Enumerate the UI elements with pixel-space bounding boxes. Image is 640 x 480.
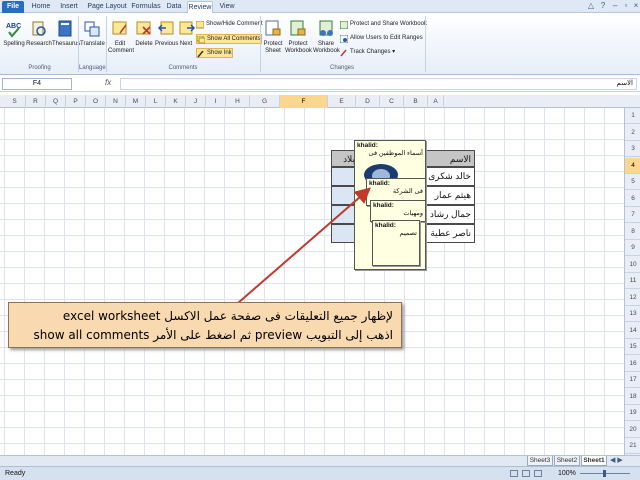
note-line-1: لإظهار جميع التعليقات فى صفحة عمل الاكسل… <box>62 309 393 323</box>
status-bar: Ready 100% <box>0 466 640 480</box>
instruction-note: لإظهار جميع التعليقات فى صفحة عمل الاكسل… <box>8 302 402 348</box>
zoom-slider-thumb[interactable] <box>603 470 606 477</box>
sheet-tab-bar: Sheet3 Sheet2 Sheet1 ◀ ▶ <box>0 455 640 466</box>
sheet-tab-2[interactable]: Sheet2 <box>554 456 580 466</box>
page-layout-view-icon[interactable] <box>522 470 530 477</box>
sheet-nav-arrows-icon[interactable]: ◀ ▶ <box>610 456 623 466</box>
pointer-arrow <box>237 187 372 304</box>
sheet-tab-1[interactable]: Sheet1 <box>581 456 607 466</box>
normal-view-icon[interactable] <box>510 470 518 477</box>
sheet-tab-3[interactable]: Sheet3 <box>527 456 553 466</box>
zoom-level[interactable]: 100% <box>558 467 576 480</box>
page-break-view-icon[interactable] <box>534 470 542 477</box>
status-ready: Ready <box>5 470 26 477</box>
note-line-2: اذهب إلى التبويب preview ثم اضغط على الأ… <box>33 328 394 342</box>
